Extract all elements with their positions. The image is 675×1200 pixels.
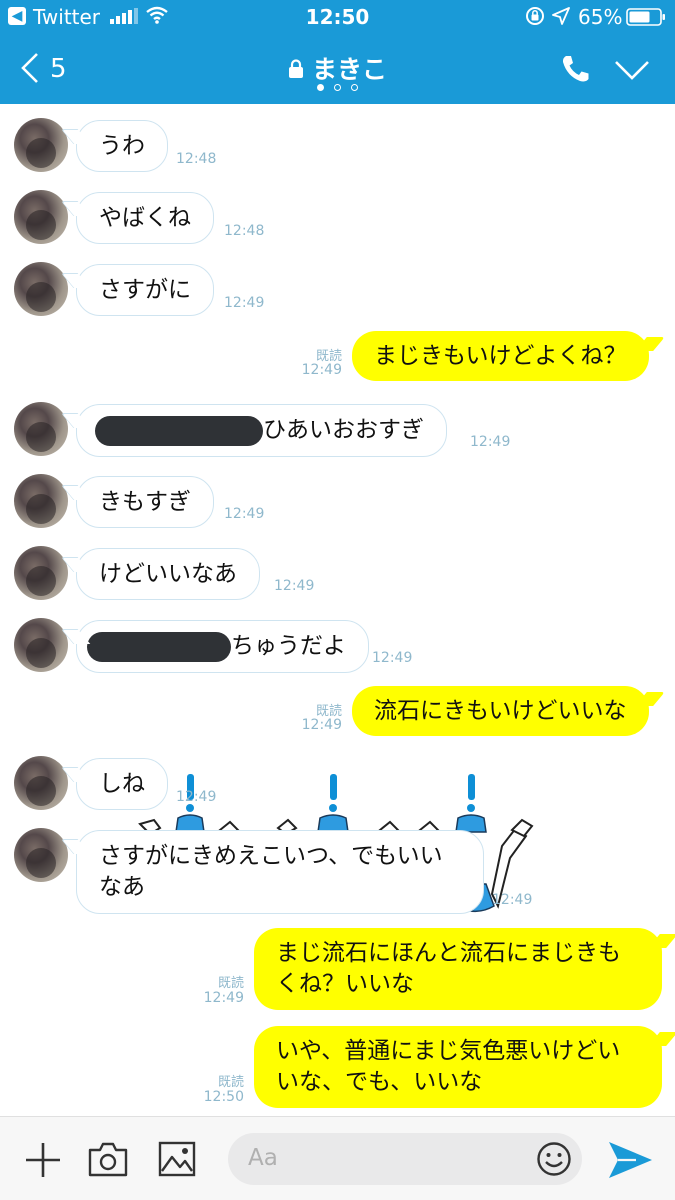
- message-bubble[interactable]: まじきもいけどよくね？: [352, 331, 649, 381]
- message-line: くね？いいな: [276, 971, 414, 997]
- message-time: 12:49: [203, 990, 244, 1006]
- send-icon[interactable]: [606, 1139, 654, 1181]
- page-indicator: [0, 84, 675, 91]
- message-time: 12:49: [301, 362, 342, 378]
- status-time: 12:50: [305, 5, 370, 29]
- page-dot: [351, 84, 358, 91]
- page-dot: [334, 84, 341, 91]
- avatar[interactable]: [14, 190, 68, 244]
- redacted-block: [95, 415, 263, 446]
- image-icon[interactable]: [158, 1141, 196, 1177]
- location-icon: [552, 7, 570, 25]
- sticker-figure: [276, 774, 400, 838]
- message-bubble[interactable]: さすがに: [76, 264, 214, 316]
- read-receipt: 既読: [217, 1075, 244, 1090]
- message-time: 12:49: [470, 434, 511, 450]
- message-time: 12:49: [224, 506, 265, 522]
- avatar[interactable]: [14, 828, 68, 882]
- avatar[interactable]: [14, 474, 68, 528]
- message-bubble[interactable]: ちゅうだよ: [76, 620, 369, 673]
- message-input-placeholder: Aa: [248, 1145, 278, 1171]
- message-time: 12:49: [274, 578, 315, 594]
- message-bubble[interactable]: うわ: [76, 120, 168, 172]
- phone-icon[interactable]: [560, 54, 592, 84]
- message-bubble[interactable]: 流石にきもいけどいいな: [352, 686, 649, 736]
- camera-icon[interactable]: [88, 1141, 128, 1177]
- input-bar: Aa: [0, 1116, 675, 1200]
- message-bubble[interactable]: きもすぎ: [76, 476, 214, 528]
- plus-icon[interactable]: [24, 1141, 62, 1179]
- message-time: 12:50: [203, 1089, 244, 1105]
- avatar[interactable]: [14, 756, 68, 810]
- message-bubble[interactable]: ひあいおおすぎ: [76, 404, 447, 457]
- message-time: 12:48: [176, 151, 217, 167]
- avatar[interactable]: [14, 402, 68, 456]
- page-dot: [317, 84, 324, 91]
- chat-title-text: まきこ: [311, 55, 387, 84]
- read-receipt: 既読: [217, 976, 244, 991]
- message-bubble[interactable]: やばくね: [76, 192, 214, 244]
- avatar[interactable]: [14, 546, 68, 600]
- message-line: さすがにきめえこいつ、でもいい: [99, 843, 443, 869]
- avatar[interactable]: [14, 118, 68, 172]
- message-line: まじ流石にほんと流石にまじきも: [276, 940, 621, 966]
- message-time: 12:49: [492, 892, 533, 908]
- message-bubble[interactable]: けどいいなあ: [76, 548, 260, 600]
- message-text: ちゅうだよ: [231, 633, 346, 659]
- chevron-down-icon[interactable]: [614, 58, 650, 82]
- message-line: なあ: [99, 874, 145, 900]
- rotation-lock-icon: [526, 7, 544, 25]
- redacted-block: [87, 631, 231, 662]
- battery-percent: 65%: [578, 5, 623, 29]
- emoji-icon[interactable]: [536, 1141, 572, 1177]
- message-input[interactable]: Aa: [228, 1133, 582, 1185]
- battery-icon: [626, 8, 665, 26]
- message-line: いや、普通にまじ気色悪いけどい: [276, 1038, 621, 1064]
- avatar[interactable]: [14, 618, 68, 672]
- message-time: 12:49: [301, 717, 342, 733]
- status-bar: ◀ Twitter 12:50 65%: [0, 0, 675, 36]
- message-bubble[interactable]: まじ流石にほんと流石にまじきも くね？いいな: [254, 928, 662, 1010]
- message-bubble[interactable]: しね: [76, 758, 168, 810]
- message-time: 12:49: [372, 650, 413, 666]
- message-text: ひあいおおすぎ: [263, 417, 424, 443]
- message-line: いな、でも、いいな: [276, 1069, 483, 1095]
- header: ◀ Twitter 12:50 65% 5 まきこ: [0, 0, 675, 104]
- avatar[interactable]: [14, 262, 68, 316]
- message-time: 12:48: [224, 223, 265, 239]
- message-bubble[interactable]: さすがにきめえこいつ、でもいい なあ: [76, 830, 484, 914]
- message-time: 12:49: [176, 789, 217, 805]
- message-time: 12:49: [224, 295, 265, 311]
- chat-area[interactable]: うわ 12:48 やばくね 12:48 さすがに 12:49 既読 12:49 …: [0, 104, 675, 1116]
- message-bubble[interactable]: いや、普通にまじ気色悪いけどい いな、でも、いいな: [254, 1026, 662, 1108]
- lock-icon: [288, 59, 303, 78]
